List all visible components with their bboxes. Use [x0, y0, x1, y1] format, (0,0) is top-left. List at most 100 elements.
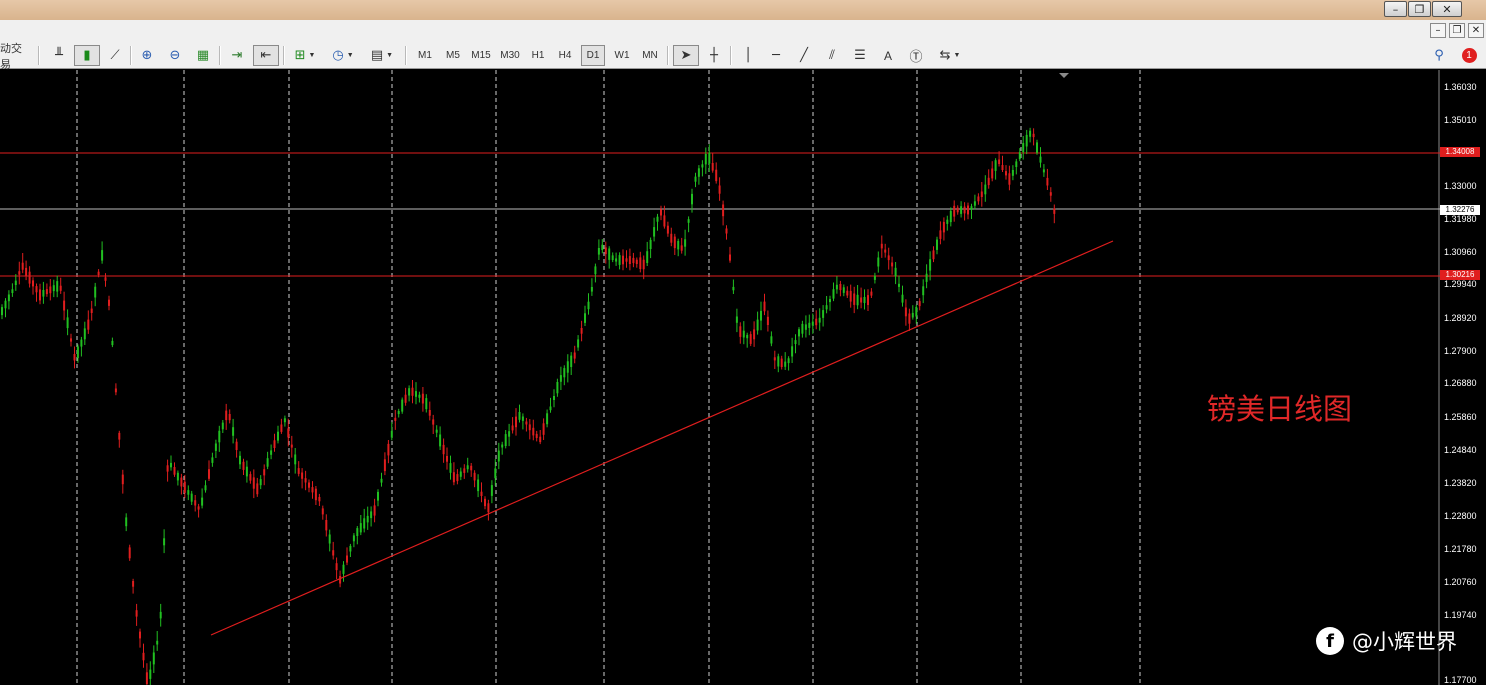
timeframe-d1[interactable]: D1 [581, 45, 605, 66]
candle-body [646, 251, 649, 263]
candle-body [487, 503, 490, 513]
candle-body [180, 477, 183, 487]
auto-scroll-button[interactable]: ⇤ [253, 45, 279, 66]
trendline-tool-button[interactable]: ╱ [791, 45, 817, 66]
arrows-tool-button[interactable]: ⇆ ▼ [932, 45, 968, 66]
text-label-tool-button[interactable]: Ⓣ [903, 45, 929, 66]
bar-chart-button[interactable]: ╨ [46, 45, 72, 66]
mdi-minimize-button[interactable]: – [1430, 23, 1446, 38]
zoom-out-button[interactable]: ⊖ [162, 45, 188, 66]
horizontal-line-icon: ─ [772, 48, 780, 63]
candle-body [963, 206, 966, 214]
close-window-button[interactable]: ✕ [1432, 1, 1462, 17]
candle-body [242, 461, 245, 470]
chart-shift-icon: ⇥ [231, 48, 243, 63]
candle-body [532, 427, 535, 436]
notification-badge: 1 [1461, 48, 1477, 63]
timeframe-m1[interactable]: M1 [412, 45, 438, 66]
mdi-restore-button[interactable]: ❐ [1449, 23, 1465, 38]
candle-body [932, 250, 935, 260]
toolbar-separator [130, 46, 132, 65]
candle-body [528, 424, 531, 431]
price-chart[interactable] [0, 70, 1440, 685]
horizontal-line-tool-button[interactable]: ─ [763, 45, 789, 66]
candle-body [318, 497, 321, 502]
candle-body [773, 357, 776, 361]
candle-body [325, 520, 328, 531]
vertical-line-tool-button[interactable]: │ [735, 45, 761, 66]
timeframe-h1[interactable]: H1 [526, 45, 550, 66]
timeframe-m30[interactable]: M30 [496, 45, 524, 66]
candle-body [66, 317, 69, 329]
timeframe-mn[interactable]: MN [637, 45, 663, 66]
candle-body [14, 280, 17, 285]
candle-body [542, 423, 545, 435]
restore-window-button[interactable]: ❐ [1408, 1, 1431, 17]
timeframe-m15[interactable]: M15 [467, 45, 495, 66]
crosshair-tool-button[interactable]: ┼ [701, 45, 727, 66]
candle-body [577, 339, 580, 348]
candle-body [190, 493, 193, 502]
candle-body [80, 339, 83, 347]
timeframe-h4[interactable]: H4 [552, 45, 578, 66]
candle-body [4, 300, 7, 309]
candle-body [176, 472, 179, 481]
candle-body [887, 255, 890, 261]
candle-body [90, 308, 93, 313]
candle-body [394, 417, 397, 421]
candle-body [922, 286, 925, 296]
candle-body [132, 581, 135, 587]
candle-body [266, 458, 269, 467]
candle-body [290, 444, 293, 448]
candle-body [259, 479, 262, 486]
candle-body [680, 245, 683, 251]
candle-body [294, 454, 297, 465]
candle-body [925, 273, 928, 282]
candle-body [515, 416, 517, 428]
candle-body [691, 193, 693, 205]
notifications-button[interactable]: 1 [1455, 45, 1483, 66]
candle-body [52, 285, 55, 292]
timeframe-w1[interactable]: W1 [609, 45, 635, 66]
line-chart-button[interactable]: ⟋ [102, 45, 128, 66]
cursor-tool-button[interactable]: ➤ [673, 45, 699, 66]
minimize-window-button[interactable]: – [1384, 1, 1407, 17]
chart-shift-button[interactable]: ⇥ [224, 45, 250, 66]
candle-body [311, 487, 314, 493]
text-tool-button[interactable]: A [875, 45, 901, 66]
candle-body [135, 610, 138, 617]
timeframe-m5[interactable]: M5 [440, 45, 466, 66]
candle-body [76, 346, 79, 359]
search-button[interactable]: ⚲ [1426, 45, 1452, 66]
candle-body [256, 483, 259, 495]
candle-body [484, 498, 486, 507]
auto-scroll-icon: ⇤ [260, 48, 272, 63]
equidistant-channel-tool-button[interactable]: ⫽ [819, 45, 845, 66]
toolbar-separator [283, 46, 285, 65]
candle-body [980, 191, 983, 197]
candle-body [83, 328, 86, 340]
candle-body [218, 430, 221, 443]
fibonacci-tool-button[interactable]: ☰ [847, 45, 873, 66]
chart-annotation: 镑美日线图 [1207, 392, 1353, 426]
candle-body [1032, 133, 1035, 138]
candle-body [853, 293, 856, 305]
candle-body [452, 472, 455, 483]
candle-body [546, 413, 549, 425]
candle-body [297, 468, 300, 474]
candle-body [480, 491, 483, 496]
templates-button[interactable]: ▤ ▼ [364, 45, 400, 66]
candle-body [249, 474, 252, 481]
candlestick-chart-button[interactable]: ▮ [74, 45, 100, 66]
periods-button[interactable]: ◷ ▼ [326, 45, 360, 66]
tile-windows-button[interactable]: ▦ [190, 45, 216, 66]
mdi-close-button[interactable]: ✕ [1468, 23, 1484, 38]
candle-body [1049, 192, 1052, 196]
zoom-in-button[interactable]: ⊕ [134, 45, 160, 66]
candle-body [970, 206, 973, 210]
candle-body [459, 471, 462, 477]
candle-body [580, 328, 583, 334]
price-scale[interactable]: 1.36030 1.35010 1.33000 1.31980 1.30960 1.299… [1440, 70, 1486, 685]
indicators-button[interactable]: ⊞ ▼ [288, 45, 322, 66]
autotrading-button[interactable]: 动交易 [0, 43, 32, 71]
